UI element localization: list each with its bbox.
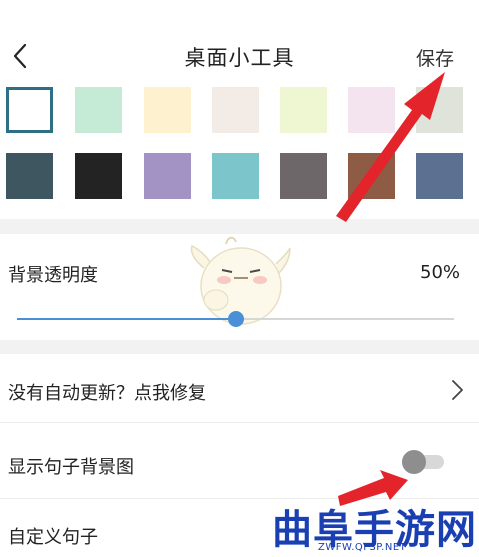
- color-swatch[interactable]: [212, 153, 259, 199]
- opacity-slider-fill: [17, 318, 236, 320]
- color-swatch[interactable]: [416, 153, 463, 199]
- color-swatch[interactable]: [144, 153, 191, 199]
- color-swatch[interactable]: [280, 87, 327, 133]
- color-swatch[interactable]: [75, 87, 122, 133]
- show-bg-toggle[interactable]: [402, 449, 446, 475]
- color-swatch[interactable]: [6, 153, 53, 199]
- color-swatch[interactable]: [144, 87, 191, 133]
- section-separator: [0, 340, 479, 354]
- color-swatch[interactable]: [348, 87, 395, 133]
- save-button[interactable]: 保存: [416, 44, 454, 71]
- opacity-slider-thumb[interactable]: [227, 311, 244, 327]
- opacity-value: 50%: [420, 262, 461, 283]
- section-separator: [0, 219, 479, 234]
- color-swatch[interactable]: [280, 153, 327, 199]
- custom-sentence-label: 自定义句子: [8, 527, 98, 548]
- color-swatch[interactable]: [75, 153, 122, 199]
- show-bg-label: 显示句子背景图: [8, 457, 134, 478]
- color-swatch[interactable]: [416, 87, 463, 133]
- opacity-label: 背景透明度: [8, 265, 98, 286]
- repair-row-label: 没有自动更新？点我修复: [8, 383, 206, 404]
- watermark-url: ZWFW.QFSP.NET: [318, 542, 407, 553]
- opacity-slider-track[interactable]: [235, 318, 454, 320]
- row-divider: [0, 422, 479, 423]
- color-swatch[interactable]: [212, 87, 259, 133]
- page-title: 桌面小工具: [184, 46, 295, 70]
- color-swatch[interactable]: [6, 87, 53, 133]
- chevron-right-icon: [452, 380, 463, 400]
- color-swatch[interactable]: [348, 153, 395, 199]
- toggle-knob: [402, 450, 426, 474]
